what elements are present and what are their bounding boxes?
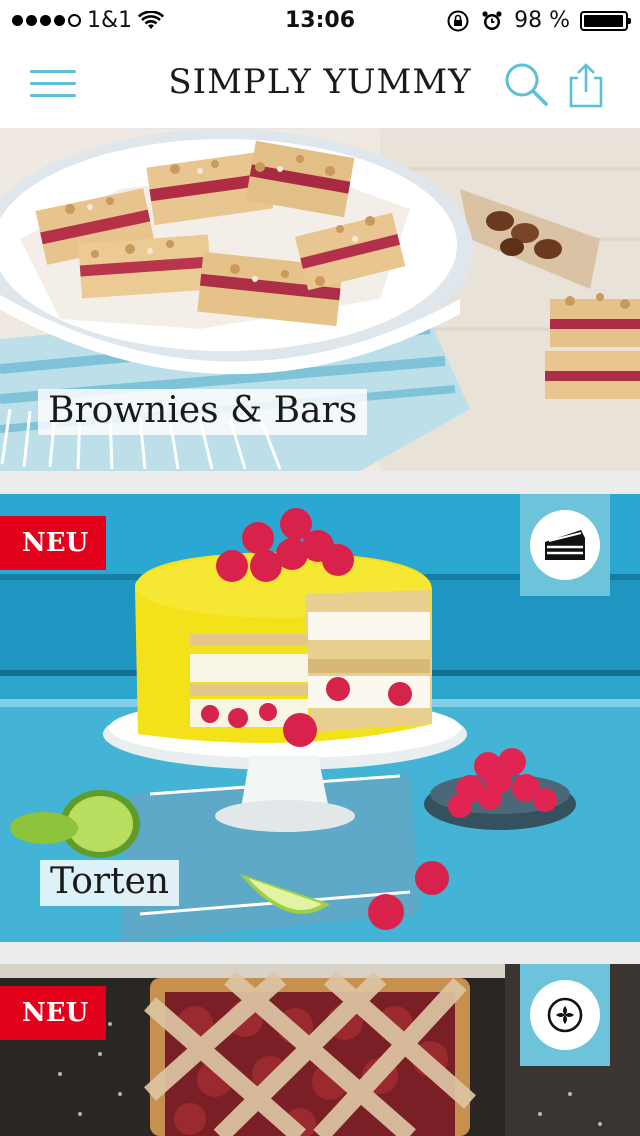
category-card-brownies-bars[interactable]: Brownies & Bars [0,129,640,471]
navigation-bar: SIMPLY YUMMY [0,40,640,129]
alarm-clock-icon [482,10,502,30]
search-icon[interactable] [502,60,550,108]
new-badge: NEU [0,986,107,1040]
pie-type-badge [520,964,610,1066]
status-right: 98 % [446,8,631,33]
new-badge: NEU [0,516,107,570]
battery-percentage: 98 % [514,8,570,33]
recipe-category-feed[interactable]: Brownies & Bars NEU Torten NEU [0,129,640,1136]
cake-type-badge [520,494,610,596]
category-card-pie[interactable]: NEU [0,964,640,1136]
category-label: Brownies & Bars [38,389,368,435]
share-icon[interactable] [566,62,606,108]
cake-slice-icon [545,530,585,560]
category-card-torten[interactable]: NEU Torten [0,494,640,942]
pie-icon [547,997,583,1033]
category-label: Torten [40,860,180,906]
orientation-lock-icon [447,10,469,31]
status-bar: 1&1 13:06 98 % [0,0,640,40]
battery-icon [580,10,631,31]
